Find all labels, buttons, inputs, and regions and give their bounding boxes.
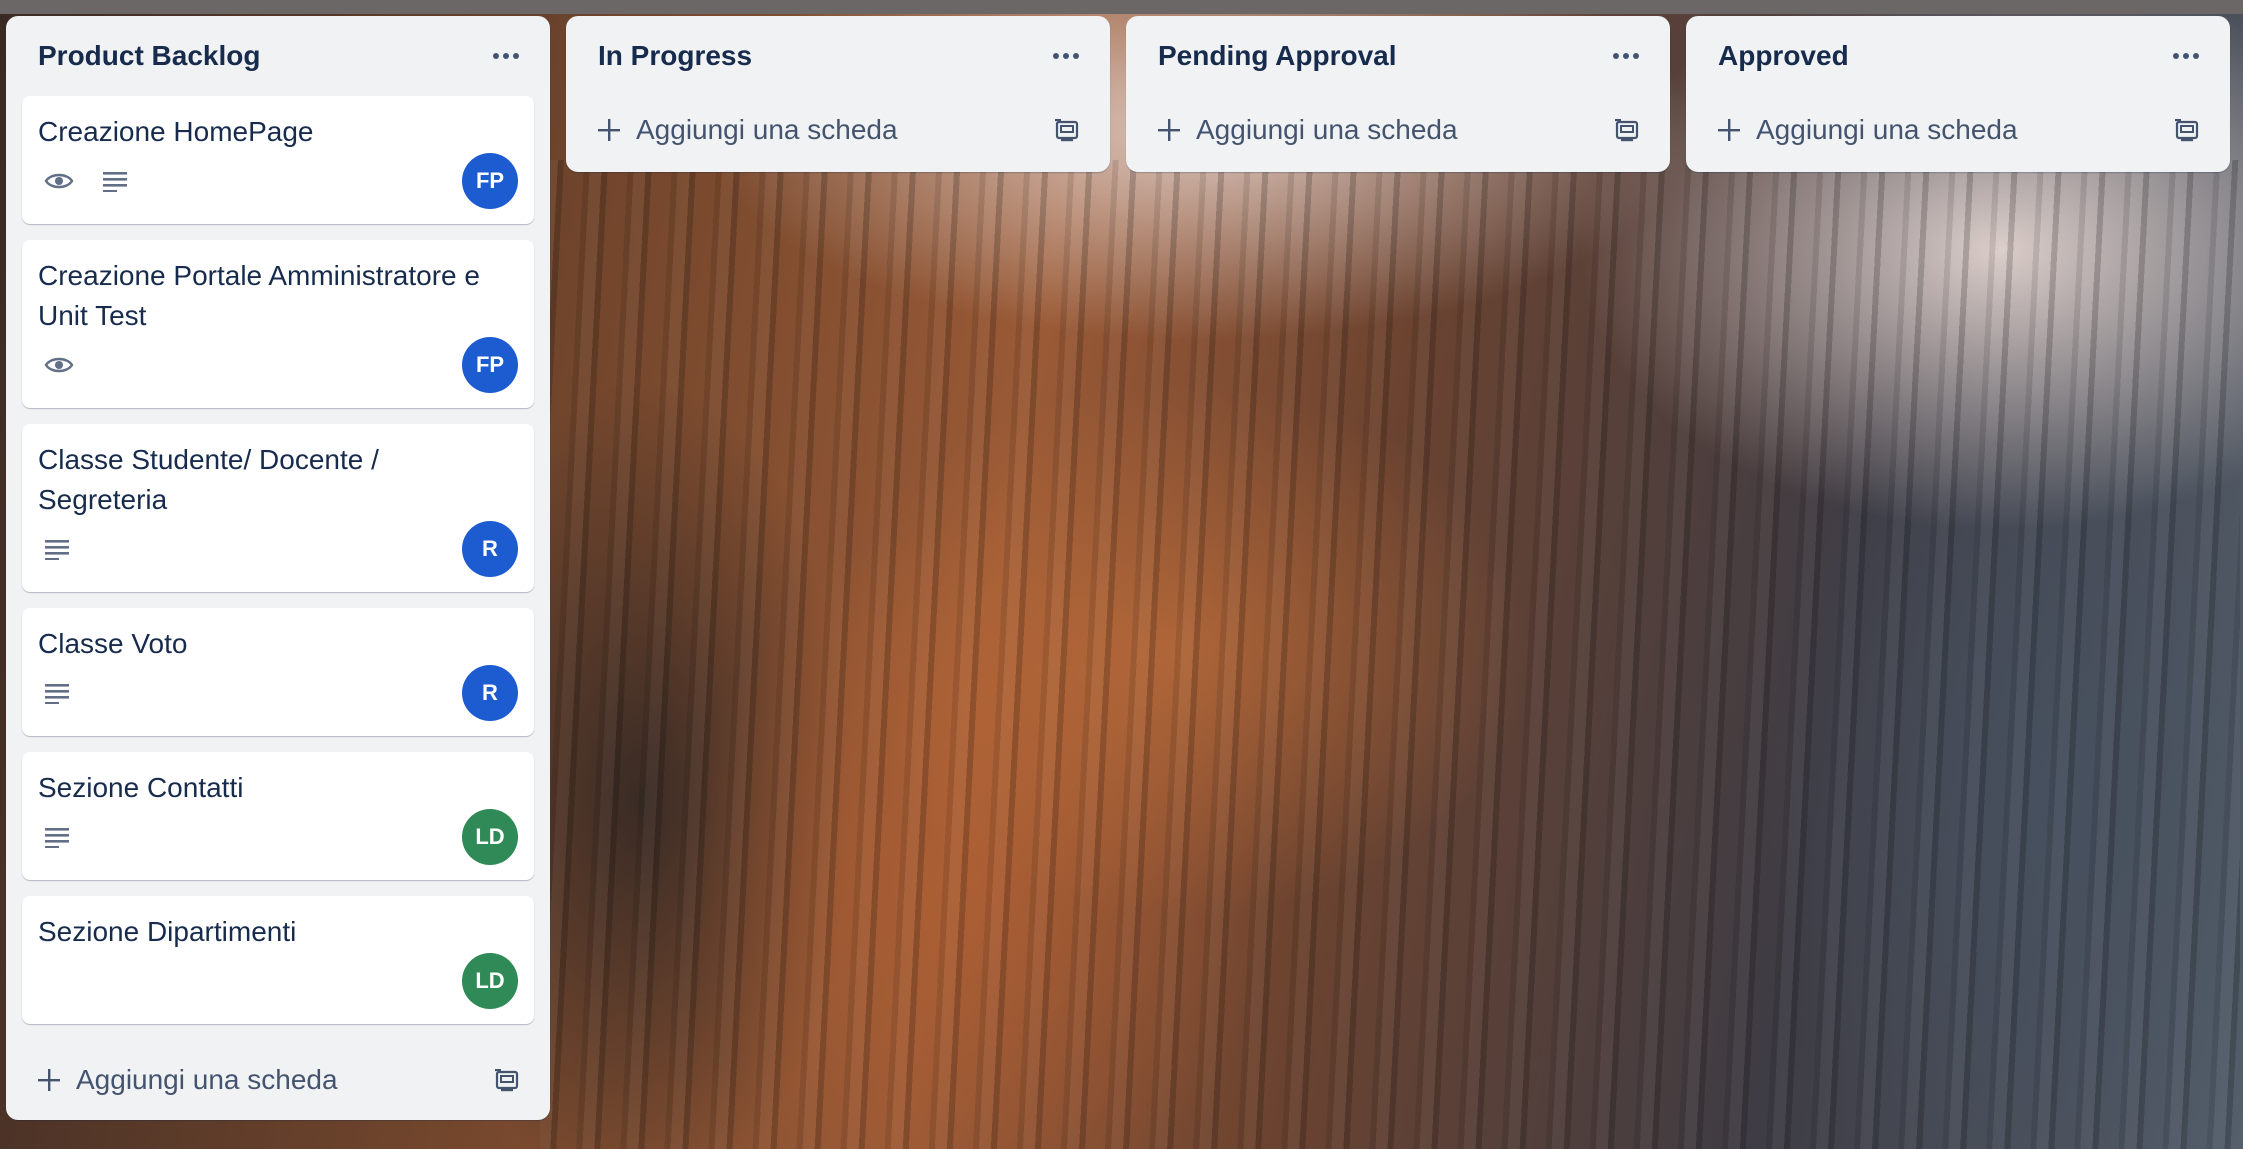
card-classe-studente[interactable]: Classe Studente/ Docente / Segreteria R <box>22 424 534 592</box>
card-badges: R <box>38 520 518 578</box>
card-creazione-homepage[interactable]: Creazione HomePage FP <box>22 96 534 224</box>
description-icon <box>45 828 69 848</box>
avatar[interactable]: LD <box>462 809 518 865</box>
background-image <box>540 160 2240 1149</box>
plus-icon <box>1158 119 1180 141</box>
description-icon <box>45 540 69 560</box>
description-icon <box>103 172 127 192</box>
avatar[interactable]: R <box>462 665 518 721</box>
eye-icon <box>44 173 74 189</box>
template-icon[interactable] <box>1054 117 1080 143</box>
list-header: In Progress <box>566 16 1110 96</box>
avatar[interactable]: LD <box>462 953 518 1009</box>
card-classe-voto[interactable]: Classe Voto R <box>22 608 534 736</box>
list-header: Product Backlog <box>6 16 550 96</box>
list-title: Approved <box>1718 40 1849 71</box>
avatar[interactable]: FP <box>462 153 518 209</box>
card-sezione-dipartimenti[interactable]: Sezione Dipartimenti LD <box>22 896 534 1024</box>
card-sezione-contatti[interactable]: Sezione Contatti LD <box>22 752 534 880</box>
list-header: Pending Approval <box>1126 16 1670 96</box>
plus-icon <box>38 1069 60 1091</box>
add-card-label: Aggiungi una scheda <box>1196 114 1458 145</box>
card-list: Creazione HomePage FP Creazione Portale … <box>6 96 550 1024</box>
list-in-progress: In Progress Aggiungi una scheda <box>566 16 1110 172</box>
description-icon <box>45 684 69 704</box>
add-card-row: Aggiungi una scheda <box>1126 96 1670 172</box>
add-card-button[interactable]: Aggiungi una scheda <box>1156 114 1458 146</box>
more-icon <box>1053 53 1079 59</box>
add-card-label: Aggiungi una scheda <box>1756 114 2018 145</box>
list-pending-approval: Pending Approval Aggiungi una scheda <box>1126 16 1670 172</box>
card-badges: R <box>38 664 518 722</box>
card-badges: FP <box>38 336 518 394</box>
template-icon[interactable] <box>2174 117 2200 143</box>
list-title: Product Backlog <box>38 40 261 71</box>
eye-icon <box>44 357 74 373</box>
card-title: Classe Studente/ Docente / Segreteria <box>38 444 379 515</box>
add-card-row: Aggiungi una scheda <box>566 96 1110 172</box>
avatar[interactable]: FP <box>462 337 518 393</box>
card-title: Creazione HomePage <box>38 116 314 147</box>
more-icon <box>1613 53 1639 59</box>
avatar[interactable]: R <box>462 521 518 577</box>
list-menu-button[interactable] <box>2166 36 2206 76</box>
plus-icon <box>1718 119 1740 141</box>
add-card-row: Aggiungi una scheda <box>6 1040 550 1120</box>
list-approved: Approved Aggiungi una scheda <box>1686 16 2230 172</box>
template-icon[interactable] <box>494 1067 520 1093</box>
card-badges: LD <box>38 952 518 1010</box>
add-card-button[interactable]: Aggiungi una scheda <box>36 1064 338 1096</box>
add-card-row: Aggiungi una scheda <box>1686 96 2230 172</box>
list-menu-button[interactable] <box>1046 36 1086 76</box>
list-product-backlog: Product Backlog Creazione HomePage FP Cr… <box>6 16 550 1120</box>
card-title: Sezione Dipartimenti <box>38 916 297 947</box>
more-icon <box>2173 53 2199 59</box>
plus-icon <box>598 119 620 141</box>
card-badges: FP <box>38 152 518 210</box>
card-badges: LD <box>38 808 518 866</box>
list-menu-button[interactable] <box>486 36 526 76</box>
card-title: Sezione Contatti <box>38 772 244 803</box>
list-title: Pending Approval <box>1158 40 1397 71</box>
list-menu-button[interactable] <box>1606 36 1646 76</box>
more-icon <box>493 53 519 59</box>
list-header: Approved <box>1686 16 2230 96</box>
add-card-button[interactable]: Aggiungi una scheda <box>596 114 898 146</box>
list-title: In Progress <box>598 40 753 71</box>
add-card-button[interactable]: Aggiungi una scheda <box>1716 114 2018 146</box>
card-title: Classe Voto <box>38 628 188 659</box>
add-card-label: Aggiungi una scheda <box>636 114 898 145</box>
card-creazione-portale[interactable]: Creazione Portale Amministratore e Unit … <box>22 240 534 408</box>
add-card-label: Aggiungi una scheda <box>76 1064 338 1095</box>
card-title: Creazione Portale Amministratore e Unit … <box>38 260 480 331</box>
template-icon[interactable] <box>1614 117 1640 143</box>
